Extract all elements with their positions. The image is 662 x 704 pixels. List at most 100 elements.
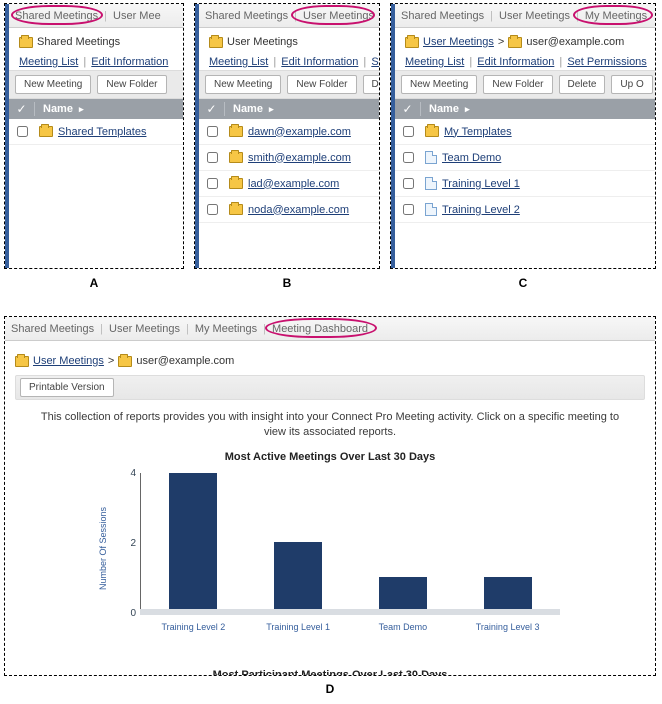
row-checkbox[interactable] xyxy=(207,178,218,189)
bar[interactable] xyxy=(484,577,532,612)
folder-icon xyxy=(405,37,419,48)
row-checkbox[interactable] xyxy=(403,126,414,137)
action-set-permissions[interactable]: Set Permissions xyxy=(567,56,646,68)
crumb-link-1[interactable]: User Meetings xyxy=(423,36,494,48)
row-link[interactable]: dawn@example.com xyxy=(248,126,351,138)
crumb-separator: > xyxy=(108,355,114,367)
tab-shared-meetings[interactable]: Shared Meetings xyxy=(401,10,484,22)
action-separator: | xyxy=(271,56,278,68)
panel-d: Shared Meetings | User Meetings | My Mee… xyxy=(4,316,656,676)
row-link[interactable]: lad@example.com xyxy=(248,178,339,190)
row-checkbox[interactable] xyxy=(403,178,414,189)
row-checkbox[interactable] xyxy=(403,204,414,215)
col-name[interactable]: Name xyxy=(233,103,263,115)
table-row: noda@example.com xyxy=(199,197,379,223)
row-checkbox[interactable] xyxy=(403,152,414,163)
crumb-text: Shared Meetings xyxy=(37,36,120,48)
action-separator: | xyxy=(81,56,88,68)
tab-my-meetings[interactable]: My Meetings xyxy=(195,323,257,335)
plot-area: Training Level 2Training Level 1Team Dem… xyxy=(140,473,560,613)
new-meeting-button[interactable]: New Meeting xyxy=(205,75,281,94)
tab-user-meetings[interactable]: User Meetings xyxy=(109,323,180,335)
new-meeting-button[interactable]: New Meeting xyxy=(401,75,477,94)
action-separator: | xyxy=(467,56,474,68)
up-button[interactable]: Up O xyxy=(611,75,652,94)
row-checkbox[interactable] xyxy=(207,126,218,137)
sort-icon: ▸ xyxy=(465,104,470,114)
tab-user-meetings[interactable]: User Mee xyxy=(113,10,161,22)
tab-shared-meetings[interactable]: Shared Meetings xyxy=(205,10,288,22)
bar[interactable] xyxy=(169,473,217,612)
tab-user-meetings[interactable]: User Meetings xyxy=(303,10,374,22)
new-folder-button[interactable]: New Folder xyxy=(287,75,356,94)
row-checkbox[interactable] xyxy=(17,126,28,137)
bar-cell: Training Level 2 xyxy=(141,473,246,612)
action-edit-information[interactable]: Edit Information xyxy=(477,56,554,68)
action-separator: | xyxy=(361,56,368,68)
column-header[interactable]: Name ▸ xyxy=(395,99,655,119)
select-all-checkbox[interactable] xyxy=(199,102,225,116)
col-name[interactable]: Name xyxy=(43,103,73,115)
row-link[interactable]: Training Level 2 xyxy=(442,204,520,216)
tab-separator: | xyxy=(100,323,103,335)
table-row: Training Level 2 xyxy=(395,197,655,223)
tab-separator: | xyxy=(104,10,107,22)
delete-button[interactable]: D xyxy=(363,75,380,94)
row-checkbox[interactable] xyxy=(207,204,218,215)
delete-button[interactable]: Delete xyxy=(559,75,606,94)
row-link[interactable]: noda@example.com xyxy=(248,204,349,216)
row-link[interactable]: Training Level 1 xyxy=(442,178,520,190)
row-link[interactable]: Team Demo xyxy=(442,152,501,164)
row-link[interactable]: smith@example.com xyxy=(248,152,351,164)
table-row: Shared Templates xyxy=(9,119,183,145)
panel-label-a: A xyxy=(4,276,184,290)
tab-shared-meetings[interactable]: Shared Meetings xyxy=(11,323,94,335)
action-edit-information[interactable]: Edit Information xyxy=(281,56,358,68)
action-meeting-list[interactable]: Meeting List xyxy=(19,56,78,68)
folder-icon xyxy=(229,204,243,215)
row-checkbox-cell xyxy=(199,178,225,189)
tabs-a: Shared Meetings | User Mee xyxy=(9,4,183,28)
crumb-text-2: user@example.com xyxy=(526,36,624,48)
tab-meeting-dashboard[interactable]: Meeting Dashboard xyxy=(272,323,368,335)
action-set-permissions[interactable]: Set xyxy=(371,56,379,68)
accent-bar xyxy=(195,4,199,268)
column-header[interactable]: Name ▸ xyxy=(199,99,379,119)
bar[interactable] xyxy=(274,542,322,612)
crumb-text-2: user@example.com xyxy=(136,355,234,367)
action-meeting-list[interactable]: Meeting List xyxy=(209,56,268,68)
sort-icon: ▸ xyxy=(269,104,274,114)
tab-shared-meetings[interactable]: Shared Meetings xyxy=(15,10,98,22)
table-row: dawn@example.com xyxy=(199,119,379,145)
bar[interactable] xyxy=(379,577,427,612)
tab-separator: | xyxy=(263,323,266,335)
tabs-b: Shared Meetings | User Meetings xyxy=(199,4,379,28)
folder-icon xyxy=(118,356,132,367)
panel-label-d: D xyxy=(4,682,656,696)
col-name[interactable]: Name xyxy=(429,103,459,115)
printable-version-button[interactable]: Printable Version xyxy=(20,378,114,397)
select-all-checkbox[interactable] xyxy=(9,102,35,116)
breadcrumb: User Meetings > user@example.com xyxy=(395,28,655,52)
tab-user-meetings[interactable]: User Meetings xyxy=(499,10,570,22)
new-folder-button[interactable]: New Folder xyxy=(97,75,166,94)
action-edit-information[interactable]: Edit Information xyxy=(91,56,168,68)
row-link[interactable]: My Templates xyxy=(444,126,512,138)
row-link[interactable]: Shared Templates xyxy=(58,126,146,138)
table-row: smith@example.com xyxy=(199,145,379,171)
tab-separator: | xyxy=(490,10,493,22)
action-meeting-list[interactable]: Meeting List xyxy=(405,56,464,68)
breadcrumb: User Meetings xyxy=(199,28,379,52)
sort-icon: ▸ xyxy=(79,104,84,114)
row-checkbox[interactable] xyxy=(207,152,218,163)
crumb-link-1[interactable]: User Meetings xyxy=(33,355,104,367)
tab-my-meetings[interactable]: My Meetings xyxy=(585,10,647,22)
new-meeting-button[interactable]: New Meeting xyxy=(15,75,91,94)
new-folder-button[interactable]: New Folder xyxy=(483,75,552,94)
select-all-checkbox[interactable] xyxy=(395,102,421,116)
chart-title-2: Most Participant Meetings Over Last 30 D… xyxy=(15,669,645,676)
action-links: Meeting List | Edit Information | Set xyxy=(199,52,379,70)
column-header[interactable]: Name ▸ xyxy=(9,99,183,119)
table-row: Training Level 1 xyxy=(395,171,655,197)
button-row: New Meeting New Folder Delete Up O xyxy=(395,70,655,99)
